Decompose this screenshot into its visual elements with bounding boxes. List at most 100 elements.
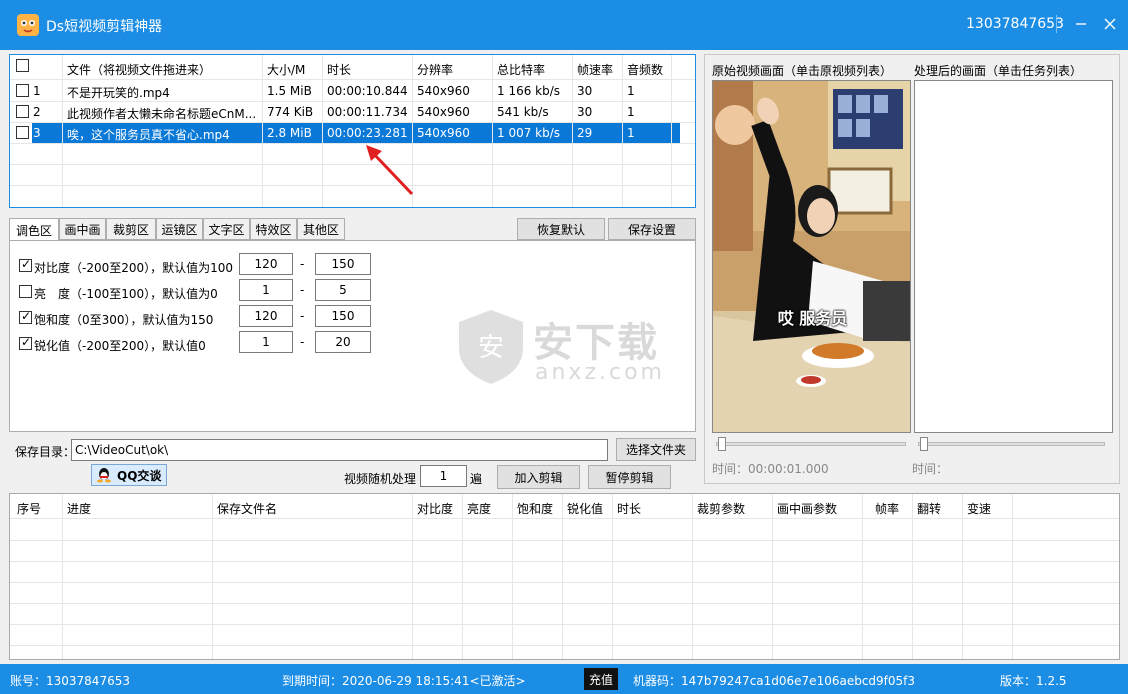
saturation-max-input[interactable]: 150 [315,305,371,327]
brightness-label: 亮 度（-100至100），默认值为0 [34,287,218,301]
contrast-checkbox[interactable] [19,257,32,272]
choose-folder-button[interactable]: 选择文件夹 [616,438,696,461]
task-col-speed[interactable]: 变速 [967,500,991,517]
col-header-audio[interactable]: 音频数 [627,61,663,78]
original-seek-slider[interactable] [716,442,906,446]
sharpen-label: 锐化值（-200至200），默认值0 [34,339,206,353]
qq-chat-button[interactable]: QQ交谈 [91,464,167,486]
recharge-button[interactable]: 充值 [584,668,618,690]
task-col-index[interactable]: 序号 [17,500,41,517]
row-audio: 1 [627,105,635,119]
status-version: 版本：1.2.5 [1000,674,1067,688]
task-col-flip[interactable]: 翻转 [917,500,941,517]
minimize-button[interactable] [1068,11,1094,37]
tab-effects[interactable]: 特效区 [250,218,297,240]
col-header-fps[interactable]: 帧速率 [577,61,613,78]
saturation-min-input[interactable]: 120 [239,305,293,327]
row-file: 不是开玩笑的.mp4 [67,86,170,100]
task-col-sharpen[interactable]: 锐化值 [567,500,603,517]
task-col-fps[interactable]: 帧率 [875,500,899,517]
annotation-arrow-icon [366,145,414,196]
task-col-saturation[interactable]: 饱和度 [517,500,553,517]
task-col-filename[interactable]: 保存文件名 [217,500,277,517]
task-col-duration[interactable]: 时长 [617,500,641,517]
saturation-checkbox[interactable] [19,309,32,324]
brightness-max-input[interactable]: 5 [315,279,371,301]
qq-chat-label: QQ交谈 [117,468,162,483]
row-file: 唉，这个服务员真不省心.mp4 [67,128,230,142]
pause-edit-button[interactable]: 暂停剪辑 [588,465,671,489]
task-col-progress[interactable]: 进度 [67,500,91,517]
task-col-contrast[interactable]: 对比度 [417,500,453,517]
qq-icon [97,468,111,483]
col-header-size[interactable]: 大小/M [267,61,305,78]
close-button[interactable] [1097,11,1123,37]
task-col-brightness[interactable]: 亮度 [467,500,491,517]
row-bitrate: 1 166 kb/s [497,84,561,98]
row-checkbox[interactable] [16,105,29,118]
processed-preview-label: 处理后的画面（单击任务列表） [914,64,1083,78]
color-settings-panel: 对比度（-200至200），默认值为100 120 - 150 亮 度（-100… [9,240,696,432]
tab-other[interactable]: 其他区 [297,218,345,240]
close-icon [1104,18,1116,30]
range-separator: - [300,257,305,271]
col-header-bitrate[interactable]: 总比特率 [497,61,545,78]
tab-text[interactable]: 文字区 [203,218,250,240]
original-preview-label: 原始视频画面（单击原视频列表） [712,64,893,78]
app-logo-icon [17,14,39,36]
range-separator: - [300,283,305,297]
sharpen-min-input[interactable]: 1 [239,331,293,353]
save-dir-input[interactable]: C:\VideoCut\ok\ [71,439,608,461]
video-frame-image [713,81,910,432]
tab-pip[interactable]: 画中画 [59,218,106,240]
select-all-checkbox[interactable] [16,59,29,72]
col-header-resolution[interactable]: 分辨率 [417,61,453,78]
video-subtitle: 哎 服务员 [777,309,848,328]
task-table[interactable]: 序号 进度 保存文件名 对比度 亮度 饱和度 锐化值 时长 裁剪参数 画中画参数… [9,493,1120,660]
task-col-crop[interactable]: 裁剪参数 [697,500,745,517]
row-bitrate: 1 007 kb/s [497,126,561,140]
processed-seek-thumb[interactable] [920,437,928,451]
restore-default-button[interactable]: 恢复默认 [517,218,605,240]
row-fps: 30 [577,84,593,98]
save-dir-label: 保存目录： [15,445,76,459]
add-edit-button[interactable]: 加入剪辑 [497,465,580,489]
random-process-input[interactable]: 1 [420,465,467,487]
original-video-frame[interactable]: 哎 服务员 [712,80,911,433]
brightness-min-input[interactable]: 1 [239,279,293,301]
contrast-max-input[interactable]: 150 [315,253,371,275]
sharpen-checkbox[interactable] [19,335,32,350]
tab-color[interactable]: 调色区 [9,218,59,242]
random-process-label: 视频随机处理 [344,472,417,486]
random-process-unit: 遍 [470,472,483,486]
col-header-duration[interactable]: 时长 [327,61,351,78]
brightness-checkbox[interactable] [19,285,32,298]
row-file: 此视频作者太懒未命名标题eCnM... [67,107,257,121]
original-seek-thumb[interactable] [718,437,726,451]
row-index: 1 [33,84,41,98]
row-audio: 1 [627,126,635,140]
row-index: 2 [33,105,41,119]
save-settings-button[interactable]: 保存设置 [608,218,696,240]
row-checkbox[interactable] [16,126,29,139]
col-header-file[interactable]: 文件（将视频文件拖进来） [67,61,211,78]
row-checkbox[interactable] [16,84,29,97]
row-bitrate: 541 kb/s [497,105,549,119]
minimize-icon [1076,23,1086,25]
processed-video-frame[interactable] [914,80,1113,433]
contrast-label: 对比度（-200至200），默认值为100 [34,261,234,275]
tab-crop[interactable]: 裁剪区 [106,218,156,240]
row-resolution: 540x960 [417,126,470,140]
contrast-min-input[interactable]: 120 [239,253,293,275]
file-table[interactable]: 文件（将视频文件拖进来） 大小/M 时长 分辨率 总比特率 帧速率 音频数 1 … [9,54,696,208]
sharpen-max-input[interactable]: 20 [315,331,371,353]
row-duration: 00:00:11.734 [327,105,408,119]
row-fps: 29 [577,126,593,140]
processed-seek-slider[interactable] [918,442,1105,446]
row-index: 3 [33,126,41,140]
row-fps: 30 [577,105,593,119]
tab-camera[interactable]: 运镜区 [156,218,203,240]
status-expire: 到期时间：2020-06-29 18:15:41<已激活> [282,674,526,688]
task-col-pip[interactable]: 画中画参数 [777,500,837,517]
header-account: 13037847653 [966,16,1064,32]
